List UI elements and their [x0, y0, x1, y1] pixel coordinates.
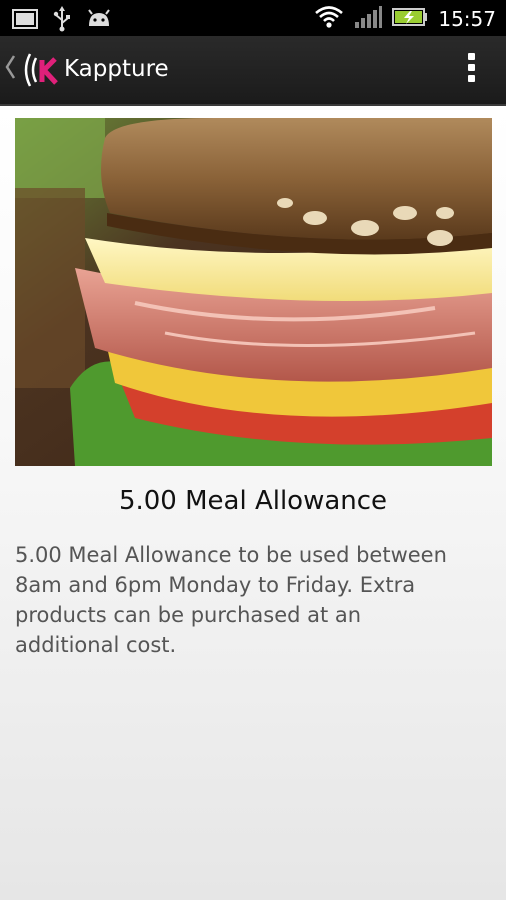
status-time: 15:57 [438, 7, 496, 31]
signal-icon [354, 4, 383, 34]
back-chevron-icon[interactable] [4, 54, 16, 84]
android-icon [86, 8, 112, 34]
wifi-icon [314, 4, 344, 34]
system-icons: 15:57 [314, 4, 496, 34]
screenshot-icon [12, 8, 38, 34]
action-bar: Kappture [0, 36, 506, 106]
product-title: 5.00 Meal Allowance [118, 486, 388, 516]
battery-charging-icon [392, 4, 428, 34]
product-description: 5.00 Meal Allowance to be used between 8… [15, 543, 447, 657]
notification-icons [12, 6, 112, 36]
app-logo[interactable] [18, 48, 62, 96]
overflow-menu-icon[interactable] [462, 50, 480, 90]
usb-icon [52, 6, 72, 36]
status-bar: 15:57 [0, 0, 506, 36]
app-title: Kappture [64, 56, 169, 82]
product-detail: 5.00 Meal Allowance 5.00 Meal Allowance … [0, 106, 506, 900]
product-image [15, 118, 492, 466]
